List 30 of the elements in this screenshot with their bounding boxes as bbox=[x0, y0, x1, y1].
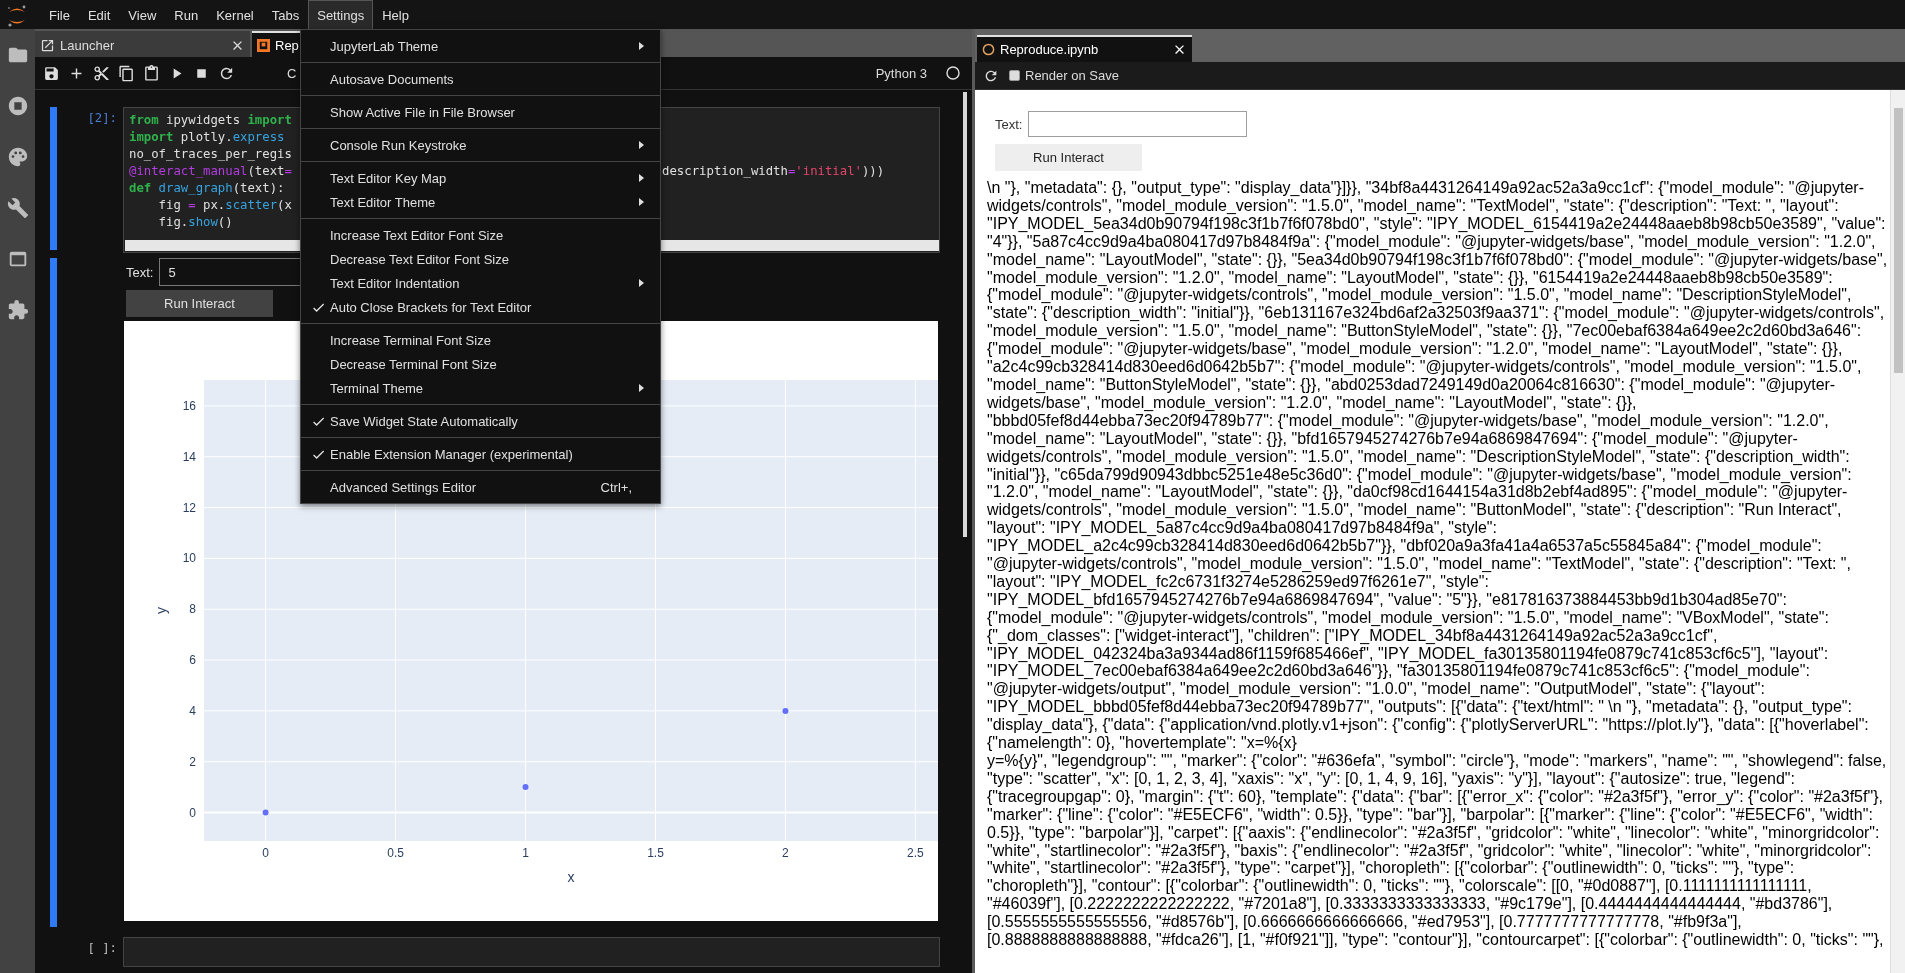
code-line: fig = px.scatter(x bbox=[157, 197, 292, 214]
tick-label: 0.5 bbox=[387, 846, 404, 860]
field-label: Text: bbox=[126, 264, 154, 280]
raw-output-text: \n "}, "metadata": {}, "output_type": "display_data"}]}}, "34bf8a4431264149a92ac52a3a9cc1cf": {"model_module": "@jupyter-widgets/controls", "model_module_version": "1.5.0", "model_name": "TextModel", "state": {"description": "Text: ", "layout": "IPY_MODEL_5ea34d0b90794f198c3f1b7f6f078bd0", "style": "IPY_MODEL_6154419a2e24448aaeb8b98cb50e3589", "value": "4"}}, "5a87c4cc9d9a4ba080417d97b8484f9a": {"model_module": "@jupyter-widgets/base", "model_module_version": "1.2.0", "model_name": "LayoutModel", "state": {}}, "5ea34d0b90794f198c3f1b7f6f078bd0": {"model_module": "@jupyter-widgets/base", "model_module_version": "1.2.0", "model_name": "LayoutModel", "state": {}}, "6154419a2e24448aaeb8b98cb50e3589": {"model_module": "@jupyter-widgets/controls", "model_module_version": "1.5.0", "model_name": "DescriptionStyleModel", "state": {"description_width": "initial"}}, "6eb131167e324bd6af2a32503f9aa371": {"model_module": "@jupyter-widgets/controls", "model_module_version": "1.5.0", "model_name": "ButtonStyleModel", "state": {}}, "7ec00ebaf6384a649ee2c2d60bd3a646": {"model_module": "@jupyter-widgets/base", "model_module_version": "1.2.0", "model_name": "LayoutModel", "state": {}}, "a2c4c99cb328414d830eed6d0642b5b7": {"model_module": "@jupyter-widgets/controls", "model_module_version": "1.5.0", "model_name": "ButtonStyleModel", "state": {}}, "abd0253dad7249149d0a20064c816630": {"model_module": "@jupyter-widgets/base", "model_module_version": "1.2.0", "model_name": "LayoutModel", "state": {}}, "bbbd05fef8d44ebba73ec20f94789b77": {"model_module": "@jupyter-widgets/base", "model_module_version": "1.2.0", "model_name": "LayoutModel", "state": {}}, "bfd1657945274276b7e94a6869847694": {"model_module": "@jupyter-widgets/controls", "model_module_version": "1.5.0", "model_name": "DescriptionStyleModel", "state": {"description_width": "initial"}}, "c65da799d90943dbbc5251e48e5c36d0": {"model_module": "@jupyter-widgets/base", "model_module_version": "1.2.0", "model_name": "LayoutModel", "state": {}}, "da0cf98cd1644154a31d8b2ebf4ad895": {"model_module": "@jupyter-widgets/controls", "model_module_version": "1.5.0", "model_name": "ButtonModel", "state": {"description": "Run Interact", "layout": "IPY_MODEL_5a87c4cc9d9a4ba080417d97b8484f9a", "style": "IPY_MODEL_a2c4c99cb328414d830eed6d0642b5b7"}}, "dbf020a9a3fa41a4a6537a5c55845a84": {"model_module": "@jupyter-widgets/controls", "model_module_version": "1.5.0", "model_name": "TextModel", "state": {"description": "Text: ", "layout": "IPY_MODEL_fc2c6731f3274e5286259ed97f6261e7", "style": "IPY_MODEL_bfd1657945274276b7e94a6869847694", "value": "5"}}, "e817816373884453bb9d1b304ad85e70": {"model_module": "@jupyter-widgets/controls", "model_module_version": "1.5.0", "model_name": "VBoxModel", "state": {"_dom_classes": ["widget-interact"], "children": ["IPY_MODEL_34bf8a4431264149a92ac52a3a9cc1cf", "IPY_MODEL_042324ba3a9344ad86f1159f685466ef", "IPY_MODEL_fa30135801194fe0879c741c853cf6c5"], "layout": "IPY_MODEL_7ec00ebaf6384a649ee2c2d60bd3a646"}}, "fa30135801194fe0879c741c853cf6c5": {"model_module": "@jupyter-widgets/output", "model_module_version": "1.0.0", "model_name": "OutputModel", "state": {"layout": "IPY_MODEL_bbbd05fef8d44ebba73ec20f94789b77", "outputs": [{"data": {"text/html": " \n "}, "metadata": {}, "output_type": "display_data"}, {"data": {"application/vnd.plotly.v1+json": {"config": {"plotlyServerURL": "https://plot.ly"}, "data": [{"hoverlabel": {"namelength": 0}, "hovertemplate": "x=%{x} y=%{y}", "legendgroup": "", "marker": {"color": "#636efa", "symbol": "circle"}, "mode": "markers", "name": "", "showlegend": false, "type": "scatter", "x": [0, 1, 2, 3, 4], "xaxis": "x", "y": [0, 1, 4, 9, 16], "yaxis": "y"}], "layout": {"autosize": true, "legend": {"tracegroupgap": 0}, "margin": {"t": 60}, "template": {"data": {"bar": [{"error_x": {"color": "#2a3f5f"}, "error_y": {"color": "#2a3f5f"}, "marker": {"line": {"color": "#E5ECF6", "width": 0.5}}, "type": "bar"}], "barpolar": [{"marker": {"line": {"color": "#E5ECF6", "width": 0.5}}, "type": "barpolar"}], "carpet": [{"aaxis": {"endlinecolor": "#2a3f5f", "gridcolor": "white", "linecolor": "white", "minorgridcolor": "white", "startlinecolor": "#2a3f5f"}, "baxis": {"endlinecolor": "#2a3f5f", "gridcolor": "white", "linecolor": "white", "minorgridcolor": "white", "startlinecolor": "#2a3f5f"}, "type": "carpet"}], "choropleth": [{"colorbar": {"outlinewidth": 0, "ticks": ""}, "type": "choropleth"}], "contour": [{"colorbar": {"outlinewidth": 0, "ticks": ""}, "colorscale": [[0, "#0d0887"], [0.1111111111111111, "#46039f"], [0.2222222222222222, "#7201a8"], [0.3333333333333333, "#9c179e"], [0.4444444444444444, "#bd3786"], [0.5555555555555556, "#d8576b"], [0.6666666666666666, "#ed7953"], [0.7777777777777778, "#fb9f3a"], [0.8888888888888888, "#fdca26"], [1, "#f0f921"]], "type": "contour"}], "contourcarpet": [{"colorbar": {"outlinewidth": 0, "ticks": ""}, bbox=[987, 179, 1889, 949]
tick-label: 2 bbox=[782, 846, 789, 860]
tick-label: 2 bbox=[189, 754, 196, 769]
code-line: fig.show() bbox=[157, 214, 233, 231]
tick-label: 10 bbox=[182, 551, 196, 566]
code-line: description_width='initial'))) bbox=[662, 163, 885, 180]
code-line: from ipywidgets import bbox=[129, 112, 292, 129]
code-line: import plotly.express bbox=[129, 129, 285, 146]
axis-title: x bbox=[567, 869, 575, 885]
code-line: @interact_manual(text= bbox=[129, 163, 292, 180]
tick-label: 6 bbox=[189, 653, 196, 668]
tick-label: 0 bbox=[189, 805, 196, 820]
tick-label: 0 bbox=[262, 846, 269, 860]
axis-title: y bbox=[153, 607, 169, 614]
tick-label: 16 bbox=[182, 398, 196, 413]
tick-label: 1.5 bbox=[647, 846, 664, 860]
tick-label: 14 bbox=[182, 449, 196, 464]
cell-prompt: [ ]: bbox=[86, 940, 118, 955]
code-line: no_of_traces_per_regis bbox=[129, 146, 292, 163]
tick-label: 4 bbox=[189, 703, 196, 718]
tick-label: 12 bbox=[182, 500, 196, 515]
tick-label: 1 bbox=[522, 846, 529, 860]
field-label: Text: bbox=[995, 116, 1023, 132]
cell-prompt: [2]: bbox=[86, 110, 118, 125]
code-line: def draw_graph(text): bbox=[129, 180, 285, 197]
tick-label: 8 bbox=[189, 602, 196, 617]
tick-label: 2.5 bbox=[907, 846, 924, 860]
